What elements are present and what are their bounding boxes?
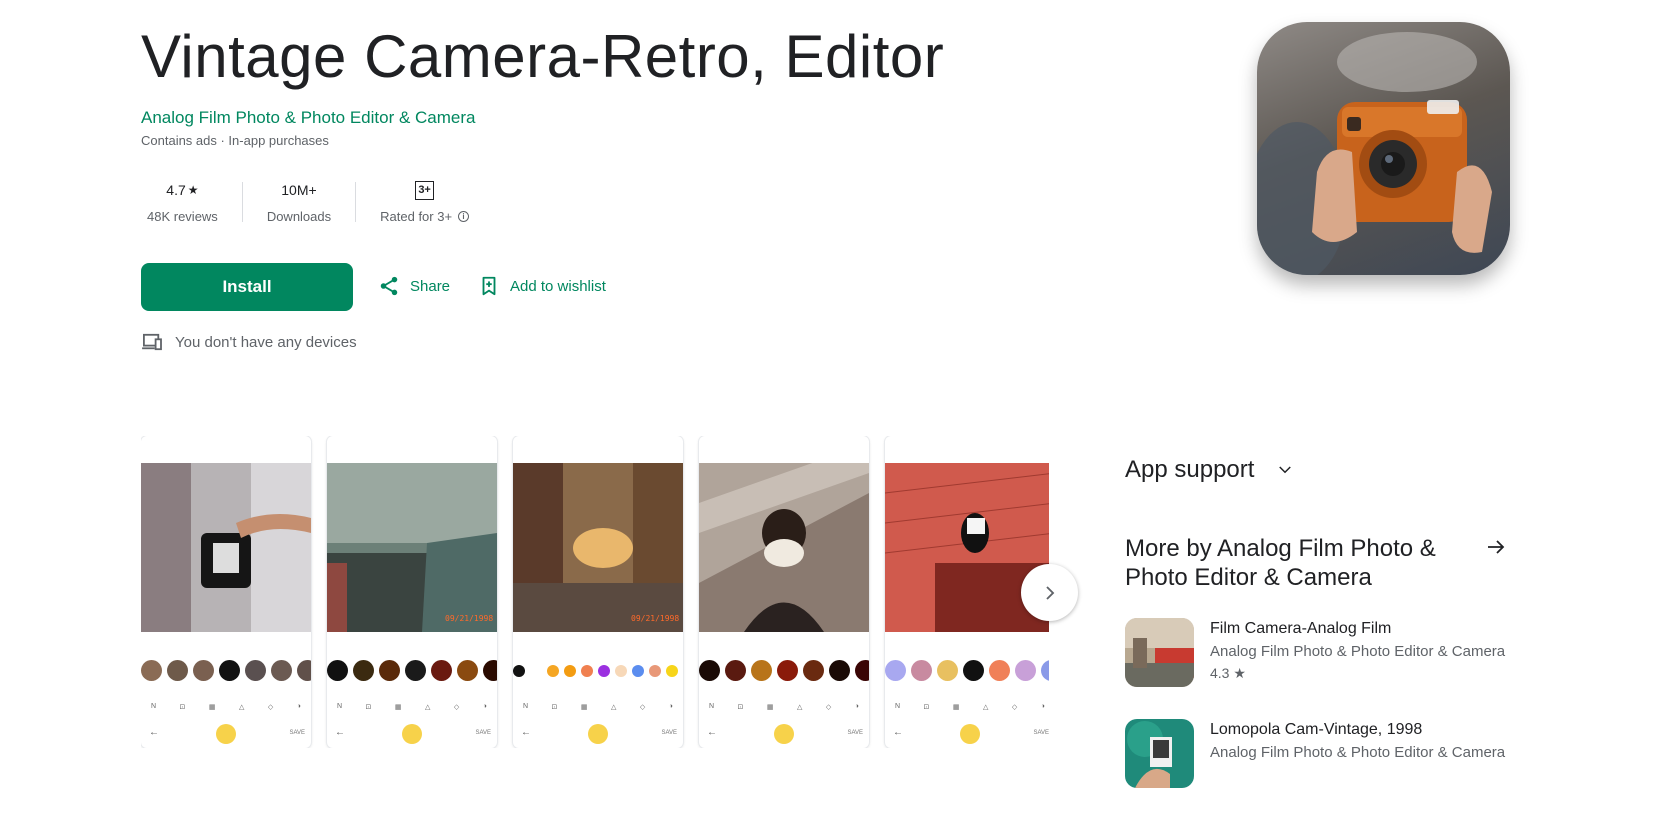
screenshot-photo: 09/21/1998 [513, 463, 683, 632]
ads-purchases-note: Contains ads · In-app purchases [141, 133, 329, 148]
app-support-heading: App support [1125, 456, 1255, 483]
related-app-developer: Analog Film Photo & Photo Editor & Camer… [1210, 744, 1506, 761]
arrow-right-icon [1488, 540, 1505, 554]
back-icon: ← [149, 727, 159, 738]
developer-link[interactable]: Analog Film Photo & Photo Editor & Camer… [141, 108, 476, 128]
bookmark-add-icon [482, 276, 496, 296]
save-label: SAVE [847, 730, 863, 736]
related-app-item[interactable]: Lomopola Cam-Vintage, 1998 Analog Film P… [1125, 719, 1505, 788]
chevron-right-icon [1045, 585, 1054, 600]
content-rating-badge: 3+ [415, 180, 435, 200]
devices-text: You don't have any devices [175, 333, 357, 351]
chevron-down-icon [1279, 466, 1292, 474]
back-icon: ← [335, 727, 345, 738]
related-app-developer: Analog Film Photo & Photo Editor & Camer… [1210, 643, 1506, 660]
toolbar: N ⊡ ▦ △ ◇ ◑ [337, 703, 487, 711]
screenshot[interactable]: N ⊡ ▦ △ ◇ ◑ ← SAVE [141, 436, 311, 748]
color-strip [513, 660, 683, 682]
devices-note: You don't have any devices [141, 333, 357, 351]
emoji-icon [402, 724, 422, 744]
save-label: SAVE [1033, 730, 1049, 736]
downloads-label: Downloads [266, 209, 332, 224]
save-label: SAVE [289, 730, 305, 736]
share-icon [380, 276, 398, 296]
screenshot-photo [141, 463, 311, 632]
share-label: Share [410, 277, 451, 295]
svg-text:09/21/1998: 09/21/1998 [631, 614, 679, 623]
star-icon: ★ [187, 183, 199, 197]
carousel-next-button[interactable] [1021, 564, 1078, 621]
info-icon[interactable]: i [458, 211, 470, 222]
emoji-icon [588, 724, 608, 744]
filter-strip [885, 660, 1049, 682]
screenshot-photo [699, 463, 869, 632]
save-label: SAVE [661, 730, 677, 736]
screenshot[interactable]: 09/21/1998 N ⊡ ▦ △ ◇ ◑ ← SAVE [513, 436, 683, 748]
emoji-icon [216, 724, 236, 744]
downloads-value: 10M+ [281, 182, 317, 198]
downloads-stat: 10M+ Downloads [261, 180, 337, 224]
related-app-name: Film Camera-Analog Film [1210, 620, 1392, 637]
install-button[interactable]: Install [141, 263, 353, 311]
screenshot-photo: 09/21/1998 [327, 463, 497, 632]
more-by-heading: More by Analog Film Photo & Photo Editor… [1125, 535, 1436, 591]
related-app-rating: 4.3 [1210, 665, 1230, 681]
share-button[interactable]: Share [378, 270, 450, 302]
toolbar: N ⊡ ▦ △ ◇ ◑ [151, 703, 301, 711]
toolbar: N ⊡ ▦ △ ◇ ◑ [709, 703, 859, 711]
svg-text:09/21/1998: 09/21/1998 [445, 614, 493, 623]
back-icon: ← [521, 727, 531, 738]
filter-strip [699, 660, 869, 682]
rating-value: 4.7 [166, 182, 186, 198]
content-rating-label: Rated for 3+ [380, 209, 453, 224]
rating-stat[interactable]: 4.7 ★ 48K reviews [141, 180, 224, 224]
toolbar: N ⊡ ▦ △ ◇ ◑ [523, 703, 673, 711]
save-label: SAVE [475, 730, 491, 736]
toolbar: N ⊡ ▦ △ ◇ ◑ [895, 703, 1045, 711]
stats-row: 4.7 ★ 48K reviews 10M+ Downloads 3+ Rate… [141, 180, 475, 224]
divider [355, 182, 357, 222]
filter-strip [141, 660, 311, 682]
screenshot-carousel[interactable]: N ⊡ ▦ △ ◇ ◑ ← SAVE 09/21/1998 N ⊡ ▦ △ ◇ ◑ ← SAVE [141, 436, 1049, 748]
app-icon [1257, 22, 1510, 275]
screenshot[interactable]: 09/21/1998 N ⊡ ▦ △ ◇ ◑ ← SAVE [327, 436, 497, 748]
related-app-icon [1125, 618, 1194, 687]
divider [241, 182, 243, 222]
add-to-wishlist-button[interactable]: Add to wishlist [478, 270, 606, 302]
wishlist-label: Add to wishlist [510, 277, 606, 295]
emoji-icon [960, 724, 980, 744]
content-rating-stat: 3+ Rated for 3+ i [374, 180, 475, 224]
reviews-count: 48K reviews [147, 209, 218, 224]
devices-icon [142, 333, 162, 351]
screenshot[interactable]: N ⊡ ▦ △ ◇ ◑ ← SAVE [699, 436, 869, 748]
related-app-name: Lomopola Cam-Vintage, 1998 [1210, 721, 1423, 738]
related-app-item[interactable]: Film Camera-Analog Film Analog Film Phot… [1125, 618, 1505, 687]
app-support-toggle[interactable]: App support [1125, 456, 1294, 484]
back-icon: ← [893, 727, 903, 738]
app-title: Vintage Camera-Retro, Editor [141, 23, 945, 90]
related-app-icon [1125, 719, 1194, 788]
back-icon: ← [707, 727, 717, 738]
star-icon: ★ [1233, 665, 1246, 681]
emoji-icon [774, 724, 794, 744]
filter-strip [327, 660, 497, 682]
more-by-arrow-button[interactable] [1484, 535, 1508, 564]
